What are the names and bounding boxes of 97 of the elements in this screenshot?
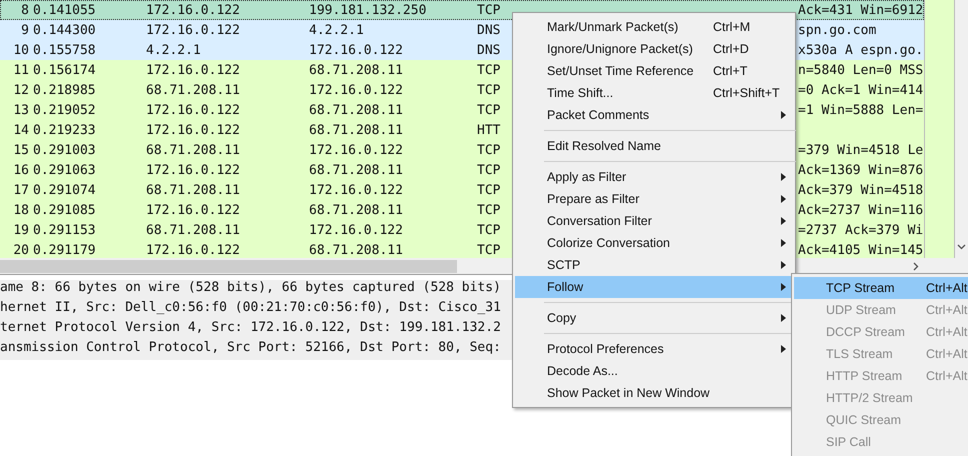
submenu-arrow-icon xyxy=(781,195,786,203)
submenu-arrow-icon xyxy=(781,111,786,119)
table-cell-text: 172.16.0.122 xyxy=(145,62,241,78)
table-cell-text: 0.219052 xyxy=(32,102,97,118)
submenu-arrow-icon xyxy=(781,217,786,225)
table-cell-text: 11 xyxy=(12,62,29,78)
table-cell-text: TCP xyxy=(477,162,502,178)
table-cell-text: HTT xyxy=(477,122,502,138)
table-cell-text: 0.156174 xyxy=(32,62,97,78)
table-cell-text: 4.2.2.1 xyxy=(309,22,365,38)
table-cell-text: 17 xyxy=(12,182,29,198)
table-cell-text: 68.71.208.11 xyxy=(309,122,404,138)
table-cell-text: 68.71.208.11 xyxy=(145,182,241,198)
table-cell-text: 172.16.0.122 xyxy=(145,122,241,138)
table-cell-text: 68.71.208.11 xyxy=(309,242,404,258)
menu-item[interactable]: Decode As... xyxy=(515,360,793,382)
table-cell: =379 Win=4518 Le xyxy=(798,142,924,158)
table-cell-text: 12 xyxy=(12,82,29,98)
table-cell-text: 13 xyxy=(12,102,29,118)
table-cell-text: DNS xyxy=(477,42,502,58)
menu-item[interactable]: Set/Unset Time Reference Ctrl+T xyxy=(515,60,793,82)
scrollbar-thumb[interactable] xyxy=(0,260,457,272)
menu-item[interactable]: Show Packet in New Window xyxy=(515,382,793,404)
submenu-arrow-icon xyxy=(781,261,786,269)
table-cell: =0 Ack=1 Win=414 xyxy=(798,82,924,98)
table-cell-text: 172.16.0.122 xyxy=(309,82,404,98)
table-cell-text: 0.155758 xyxy=(32,42,97,58)
menu-item[interactable]: Protocol Preferences xyxy=(515,338,793,360)
submenu-arrow-icon xyxy=(781,314,786,322)
table-cell-text: 172.16.0.122 xyxy=(309,222,404,238)
table-cell: =1 Win=5888 Len= xyxy=(798,102,924,118)
table-cell-text: 18 xyxy=(12,202,29,218)
table-cell-text: 68.71.208.11 xyxy=(309,202,404,218)
table-cell-text: 172.16.0.122 xyxy=(309,142,404,158)
table-cell-text: 172.16.0.122 xyxy=(145,102,241,118)
table-cell-text: 68.71.208.11 xyxy=(145,142,241,158)
table-cell-text: 0.291153 xyxy=(32,222,97,238)
table-cell-text: 4.2.2.1 xyxy=(145,42,202,58)
table-cell: Ack=431 Win=6912 xyxy=(798,2,924,18)
table-cell-text: 0.291085 xyxy=(32,202,97,218)
table-cell-text: 15 xyxy=(12,142,29,158)
table-cell: Ack=1369 Win=876 xyxy=(798,162,924,178)
table-cell-text: 172.16.0.122 xyxy=(309,182,404,198)
table-cell-text: TCP xyxy=(477,142,502,158)
table-cell: =2737 Ack=379 Wi xyxy=(798,222,924,238)
table-cell-text: TCP xyxy=(477,242,502,258)
table-cell-text: 68.71.208.11 xyxy=(309,162,404,178)
table-cell-text: TCP xyxy=(477,202,502,218)
table-cell-text: 8 xyxy=(20,2,29,18)
menu-item[interactable]: Follow xyxy=(515,276,793,298)
table-cell: x530a A espn.go. xyxy=(798,42,924,58)
table-cell-text: TCP xyxy=(477,222,502,238)
table-cell-text: 14 xyxy=(12,122,29,138)
submenu-arrow-icon xyxy=(781,239,786,247)
table-cell-text: 19 xyxy=(12,222,29,238)
table-cell-text: 0.291063 xyxy=(32,162,97,178)
table-cell: Ack=2737 Win=116 xyxy=(798,202,924,218)
table-cell-text: 0.219233 xyxy=(32,122,97,138)
table-cell-text: TCP xyxy=(477,82,502,98)
table-cell-text: TCP xyxy=(477,182,502,198)
table-cell-text: 10 xyxy=(12,42,29,58)
table-cell-text: 0.144300 xyxy=(32,22,97,38)
table-cell-text: 0.218985 xyxy=(32,82,97,98)
menu-item[interactable]: Ignore/Unignore Packet(s) Ctrl+D xyxy=(515,38,793,60)
table-cell-text: 172.16.0.122 xyxy=(145,202,241,218)
table-cell-text: 68.71.208.11 xyxy=(309,62,404,78)
table-cell-text: 20 xyxy=(12,242,29,258)
table-cell-text: 172.16.0.122 xyxy=(145,2,241,18)
table-cell-text: 172.16.0.122 xyxy=(145,162,241,178)
chevron-down-icon[interactable] xyxy=(957,244,966,250)
table-cell-text: 16 xyxy=(12,162,29,178)
table-cell-text: 172.16.0.122 xyxy=(145,22,241,38)
table-cell: Ack=4105 Win=145 xyxy=(798,242,924,258)
table-cell-text: 172.16.0.122 xyxy=(309,42,404,58)
table-cell-text: 0.291003 xyxy=(32,142,97,158)
table-cell-text: 68.71.208.11 xyxy=(309,102,404,118)
table-cell-text: 0.291179 xyxy=(32,242,97,258)
table-cell: n=5840 Len=0 MSS xyxy=(798,62,924,78)
table-cell-text: TCP xyxy=(477,62,502,78)
table-cell: Ack=379 Win=4518 xyxy=(798,182,924,198)
table-cell-text: 0.141055 xyxy=(32,2,97,18)
submenu-arrow-icon xyxy=(781,173,786,181)
table-cell-text: 68.71.208.11 xyxy=(145,82,241,98)
submenu-arrow-icon xyxy=(781,283,786,291)
table-cell-text: TCP xyxy=(477,2,502,18)
table-cell-text: 68.71.208.11 xyxy=(145,222,241,238)
vertical-scrollbar[interactable] xyxy=(955,0,968,258)
table-cell-text: 0.291074 xyxy=(32,182,97,198)
table-cell-text: spn.go.com xyxy=(798,22,878,38)
table-cell-text: 172.16.0.122 xyxy=(145,242,241,258)
table-cell-text: 9 xyxy=(20,22,29,38)
chevron-right-icon[interactable] xyxy=(913,262,919,270)
submenu-arrow-icon xyxy=(781,345,786,353)
table-cell-text: DNS xyxy=(477,22,502,38)
menu-item[interactable]: TCP Stream Ctrl+Alt xyxy=(794,277,968,299)
table-cell-text: TCP xyxy=(477,102,502,118)
table-cell-text: 199.181.132.250 xyxy=(309,2,428,18)
